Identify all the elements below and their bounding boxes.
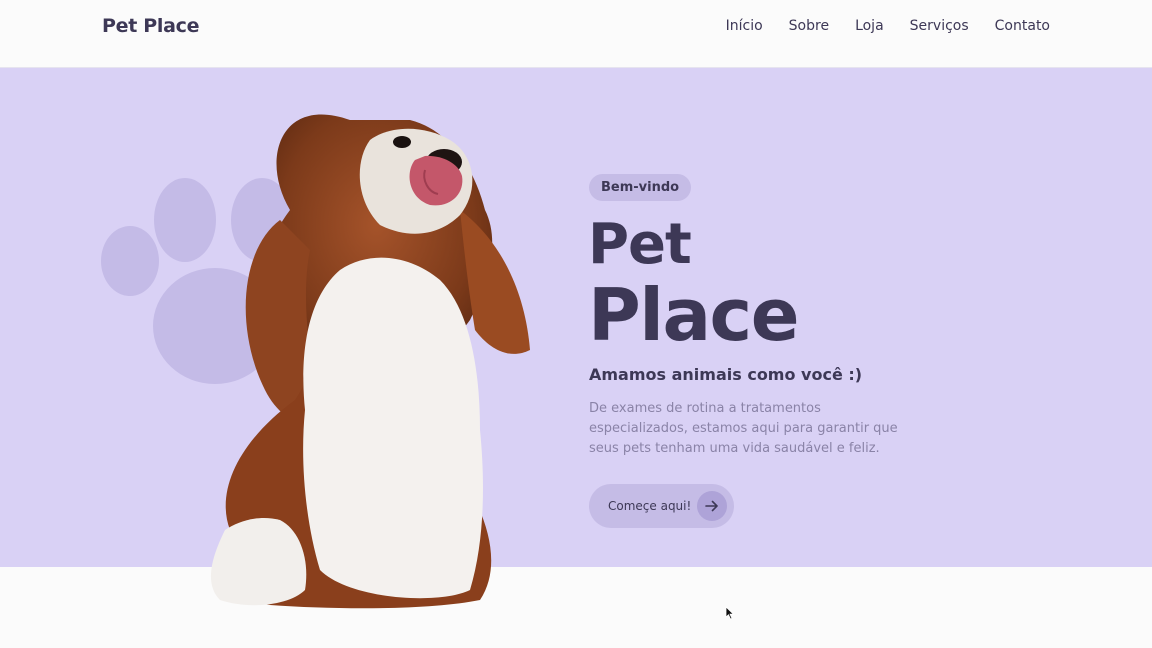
- hero-title-line1: Pet: [588, 212, 692, 277]
- start-here-button-label: Começe aqui!: [608, 499, 692, 513]
- nav-item-servicos[interactable]: Serviços: [910, 18, 969, 34]
- nav-item-sobre[interactable]: Sobre: [789, 18, 829, 34]
- nav-item-inicio[interactable]: Início: [726, 18, 763, 34]
- arrow-right-icon: [697, 491, 727, 521]
- welcome-badge: Bem-vindo: [589, 174, 692, 201]
- hero-description: De exames de rotina a tratamentos especi…: [589, 401, 898, 456]
- main-nav: Início Sobre Loja Serviços Contato: [726, 18, 1050, 34]
- nav-item-loja[interactable]: Loja: [855, 18, 884, 34]
- start-here-button[interactable]: Começe aqui!: [589, 484, 734, 528]
- site-header: Pet Place Início Sobre Loja Serviços Con…: [0, 0, 1152, 68]
- dog-image: [210, 114, 530, 609]
- hero-title-line2: Place: [588, 273, 800, 357]
- hero-subtitle: Amamos animais como você :): [589, 365, 863, 384]
- nav-item-contato[interactable]: Contato: [995, 18, 1050, 34]
- logo[interactable]: Pet Place: [102, 15, 200, 37]
- mouse-cursor-icon: [725, 606, 735, 620]
